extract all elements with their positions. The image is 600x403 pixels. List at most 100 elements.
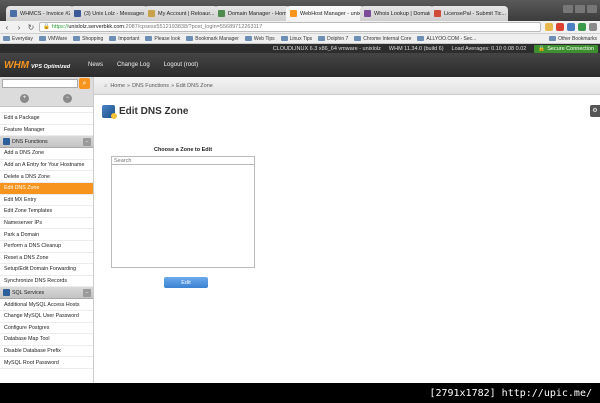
sidebar-item-mysql-root-password[interactable]: MySQL Root Password xyxy=(0,357,93,369)
favicon-icon xyxy=(218,10,225,17)
browser-tab[interactable]: Domain Manager - Hom...× xyxy=(214,6,290,21)
sidebar-item-park-a-domain[interactable]: Park a Domain xyxy=(0,229,93,241)
sidebar-item-perform-a-dns-cleanup[interactable]: Perform a DNS Cleanup xyxy=(0,241,93,253)
browser-tab[interactable]: Whois Lookup | Domain× xyxy=(360,6,434,21)
folder-icon xyxy=(145,36,153,41)
zone-search-input[interactable] xyxy=(111,156,255,165)
url-host: unixlolz.serverbkk.com xyxy=(68,24,125,30)
settings-icon[interactable]: ⚙ xyxy=(590,105,600,117)
extension-badge-icon[interactable] xyxy=(556,23,564,31)
database-icon xyxy=(3,289,10,297)
reload-icon[interactable]: ↻ xyxy=(27,23,35,32)
browser-tab[interactable]: WHMCS - Invoice #205× xyxy=(6,6,74,21)
browser-toolbar: ‹ › ↻ 🔒 https:// unixlolz.serverbkk.com … xyxy=(0,21,600,34)
favicon-icon xyxy=(148,10,155,17)
breadcrumb-home[interactable]: Home xyxy=(110,83,125,89)
bookmark-item[interactable]: Please look xyxy=(145,36,180,42)
bookmark-item[interactable]: Important xyxy=(109,36,139,42)
tab-label: LicensePal - Submit Tic... xyxy=(444,10,507,17)
favicon-icon xyxy=(10,10,17,17)
sidebar-item-edit-a-package[interactable]: Edit a Package xyxy=(0,113,93,125)
tab-label: (3) Unix Lolz - Messages xyxy=(84,10,145,17)
lock-icon: 🔒 xyxy=(538,45,546,52)
sidebar-item-edit-dns-zone[interactable]: Edit DNS Zone xyxy=(0,182,93,195)
sidebar-item-disable-database-prefix[interactable]: Disable Database Prefix xyxy=(0,346,93,358)
bookmark-item[interactable]: Web Tips xyxy=(244,36,275,42)
whm-version: WHM 11.34.0 (build 6) xyxy=(388,45,444,52)
other-bookmarks[interactable]: Other Bookmarks xyxy=(549,36,597,42)
bookmark-item[interactable]: Bookmark Manager xyxy=(186,36,239,42)
folder-icon xyxy=(186,36,194,41)
collapse-icon[interactable]: − xyxy=(83,138,91,147)
whm-logo[interactable]: WHM VPS Optimized xyxy=(0,60,82,71)
server-status-bar: CLOUDLINUX 6.3 x86_64 vmware - unixlolz … xyxy=(0,44,600,53)
bookmark-item[interactable]: Shopping xyxy=(73,36,103,42)
folder-icon xyxy=(354,36,362,41)
bookmark-item[interactable]: Chrome Internal Core xyxy=(354,36,411,42)
browser-tab[interactable]: (3) Unix Lolz - Messages× xyxy=(70,6,148,21)
sidebar-item-additional-mysql-access-hosts[interactable]: Additional MySQL Access Hosts xyxy=(0,299,93,311)
breadcrumb-section[interactable]: DNS Functions xyxy=(132,83,169,89)
bookmark-item[interactable]: Dolphin 7 xyxy=(318,36,348,42)
zone-select-list[interactable] xyxy=(111,165,255,268)
address-bar[interactable]: 🔒 https:// unixlolz.serverbkk.com :2087/… xyxy=(39,22,541,32)
extension-icon[interactable] xyxy=(578,23,586,31)
browser-tab[interactable]: LicensePal - Submit Tic...× xyxy=(430,6,508,21)
sidebar-item-nameserver-ips[interactable]: Nameserver IPs xyxy=(0,218,93,230)
extension-icon[interactable] xyxy=(567,23,575,31)
back-icon[interactable]: ‹ xyxy=(3,23,11,32)
sidebar-item-setup-edit-domain-forwarding[interactable]: Setup/Edit Domain Forwarding xyxy=(0,264,93,276)
sidebar-item-edit-zone-templates[interactable]: Edit Zone Templates xyxy=(0,206,93,218)
dns-icon xyxy=(3,138,10,146)
edit-button[interactable]: Edit xyxy=(164,277,208,288)
window-controls[interactable] xyxy=(563,5,597,13)
sidebar-item-configure-postgres[interactable]: Configure Postgres xyxy=(0,323,93,335)
folder-icon xyxy=(109,36,117,41)
favicon-icon xyxy=(290,10,297,17)
bookmark-item[interactable]: Linux Tips xyxy=(280,36,312,42)
close-window-icon[interactable] xyxy=(587,5,597,13)
star-icon[interactable] xyxy=(545,23,553,31)
server-os: CLOUDLINUX 6.3 x86_64 vmware - unixlolz xyxy=(272,45,381,52)
folder-icon xyxy=(244,36,252,41)
sidebar-item-feature-manager[interactable]: Feature Manager xyxy=(0,125,93,137)
minimize-icon[interactable] xyxy=(563,5,573,13)
collapse-icon[interactable]: − xyxy=(83,289,91,298)
sidebar-section-dns[interactable]: DNS Functions − xyxy=(0,136,93,149)
sidebar-item-reset-a-dns-zone[interactable]: Reset a DNS Zone xyxy=(0,253,93,265)
lock-icon: 🔒 xyxy=(43,24,50,30)
menu-icon[interactable] xyxy=(589,23,597,31)
bookmark-item[interactable]: ALLYOO.COM - Sec... xyxy=(417,36,476,42)
collapse-all-icon[interactable]: − xyxy=(63,94,72,103)
tab-label: WHMCS - Invoice #205 xyxy=(20,10,74,17)
main-content: ⌂ Home » DNS Functions » Edit DNS Zone E… xyxy=(94,77,600,383)
home-icon[interactable]: ⌂ xyxy=(104,83,107,89)
bookmark-item[interactable]: Everyday xyxy=(3,36,33,42)
bookmark-item[interactable]: VMWare xyxy=(38,36,67,42)
folder-icon xyxy=(73,36,81,41)
expand-all-icon[interactable]: + xyxy=(20,94,29,103)
sidebar-item-add-a-dns-zone[interactable]: Add a DNS Zone xyxy=(0,148,93,160)
top-nav-item[interactable]: Change Log xyxy=(117,62,150,68)
sidebar-search-input[interactable] xyxy=(2,79,78,88)
breadcrumb-separator: » xyxy=(171,82,175,89)
page-title: Edit DNS Zone xyxy=(102,105,188,119)
search-icon[interactable]: ⌕ xyxy=(79,78,90,89)
folder-icon xyxy=(3,36,10,41)
top-nav-item[interactable]: News xyxy=(88,62,103,68)
browser-tab[interactable]: My Account | Reloaur...× xyxy=(144,6,218,21)
sidebar-item-delete-a-dns-zone[interactable]: Delete a DNS Zone xyxy=(0,171,93,183)
sidebar-item-change-mysql-user-password[interactable]: Change MySQL User Password xyxy=(0,311,93,323)
close-tab-icon[interactable]: × xyxy=(506,11,508,17)
sidebar-item-synchronize-dns-records[interactable]: Synchronize DNS Records xyxy=(0,276,93,288)
forward-icon[interactable]: › xyxy=(15,23,23,32)
sidebar-item-edit-mx-entry[interactable]: Edit MX Entry xyxy=(0,195,93,207)
browser-tab[interactable]: WebHost Manager - unix× xyxy=(286,6,364,21)
top-nav-item[interactable]: Logout (root) xyxy=(164,62,198,68)
tab-label: Whois Lookup | Domain xyxy=(374,10,433,17)
sidebar-section-sql[interactable]: SQL Services − xyxy=(0,287,93,300)
maximize-icon[interactable] xyxy=(575,5,585,13)
sidebar-item-database-map-tool[interactable]: Database Map Tool xyxy=(0,334,93,346)
sidebar-item-add-an-a-entry-for-your-hostname[interactable]: Add an A Entry for Your Hostname xyxy=(0,160,93,172)
folder-icon xyxy=(318,36,326,41)
